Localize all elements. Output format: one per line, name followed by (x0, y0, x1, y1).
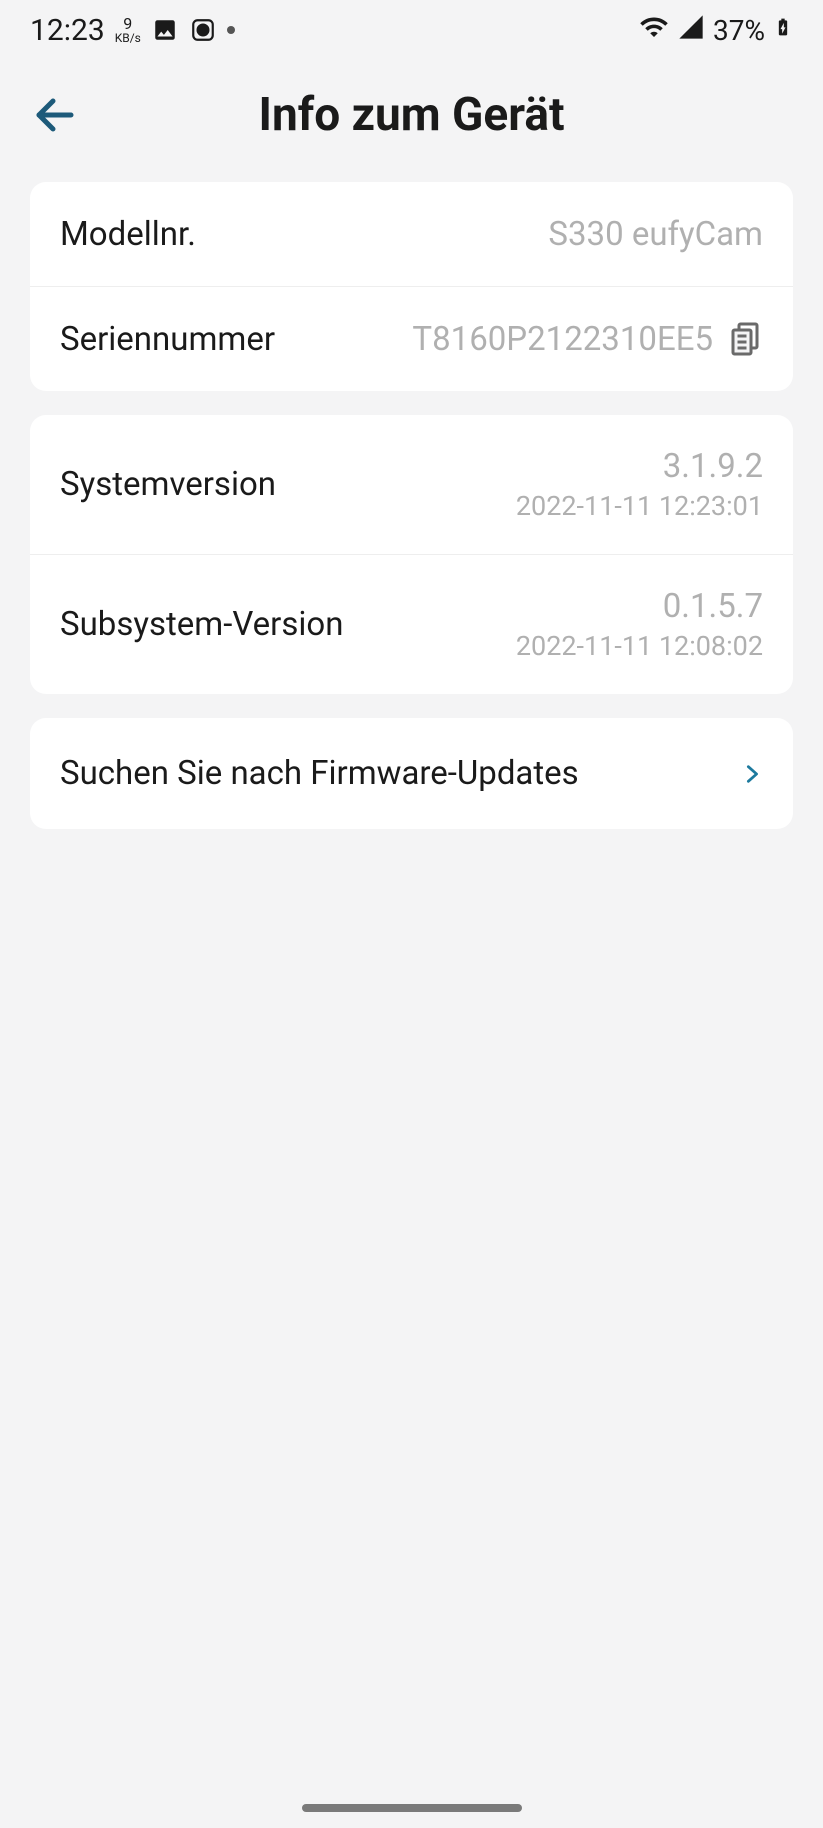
device-info-card: Modellnr. S330 eufyCam Seriennummer T816… (30, 182, 793, 391)
firmware-update-button[interactable]: Suchen Sie nach Firmware-Updates (30, 718, 793, 829)
content-area: Modellnr. S330 eufyCam Seriennummer T816… (0, 170, 823, 865)
subsystem-version-value: 0.1.5.7 (663, 587, 763, 626)
copy-icon (727, 319, 763, 359)
app-indicator-icon (189, 16, 217, 44)
system-version-row: Systemversion 3.1.9.2 2022-11-11 12:23:0… (30, 415, 793, 554)
battery-text: 37% (713, 14, 765, 47)
serial-label: Seriennummer (60, 320, 275, 359)
status-right: 37% (639, 12, 793, 49)
page-title: Info zum Gerät (258, 88, 564, 142)
serial-row: Seriennummer T8160P2122310EE5 (30, 286, 793, 391)
subsystem-version-label: Subsystem-Version (60, 605, 343, 644)
chevron-right-icon (741, 756, 763, 792)
firmware-update-label: Suchen Sie nach Firmware-Updates (60, 754, 579, 793)
status-kbs: 9 KB/s (115, 16, 141, 44)
subsystem-version-values: 0.1.5.7 2022-11-11 12:08:02 (516, 587, 763, 662)
back-button[interactable] (30, 90, 80, 140)
copy-button[interactable] (727, 319, 763, 359)
model-label: Modellnr. (60, 215, 196, 254)
battery-icon (773, 12, 793, 49)
subsystem-version-row: Subsystem-Version 0.1.5.7 2022-11-11 12:… (30, 554, 793, 694)
signal-icon (677, 13, 705, 48)
app-header: Info zum Gerät (0, 60, 823, 170)
image-icon (151, 16, 179, 44)
version-info-card: Systemversion 3.1.9.2 2022-11-11 12:23:0… (30, 415, 793, 694)
system-version-value: 3.1.9.2 (663, 447, 763, 486)
status-time: 12:23 (30, 13, 105, 48)
status-bar: 12:23 9 KB/s 37% (0, 0, 823, 60)
subsystem-version-date: 2022-11-11 12:08:02 (516, 630, 763, 662)
home-indicator[interactable] (302, 1804, 522, 1812)
model-row: Modellnr. S330 eufyCam (30, 182, 793, 286)
system-version-label: Systemversion (60, 465, 276, 504)
system-version-values: 3.1.9.2 2022-11-11 12:23:01 (516, 447, 763, 522)
model-value: S330 eufyCam (548, 215, 763, 254)
notification-dot-icon (227, 26, 235, 34)
status-left: 12:23 9 KB/s (30, 13, 235, 48)
wifi-icon (639, 12, 669, 49)
firmware-card: Suchen Sie nach Firmware-Updates (30, 718, 793, 829)
serial-value: T8160P2122310EE5 (412, 320, 713, 359)
arrow-left-icon (31, 91, 79, 139)
system-version-date: 2022-11-11 12:23:01 (516, 490, 763, 522)
serial-value-group: T8160P2122310EE5 (412, 319, 763, 359)
